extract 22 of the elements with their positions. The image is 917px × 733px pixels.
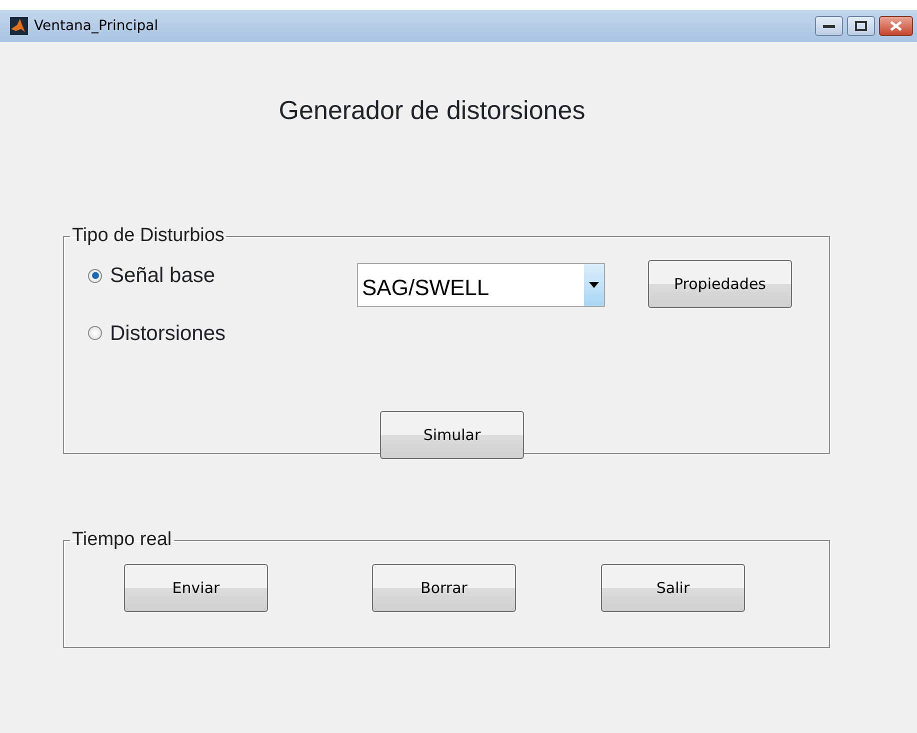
- radio-label: Distorsiones: [110, 320, 226, 346]
- heading: Generador de distorsiones: [278, 94, 586, 126]
- radio-button[interactable]: [88, 268, 102, 283]
- window-title: Ventana_Principal: [34, 16, 158, 36]
- caret-icon: [589, 282, 599, 288]
- radio-button[interactable]: [88, 326, 102, 340]
- properties-button[interactable]: Propiedades: [648, 260, 792, 308]
- minimize-button[interactable]: [815, 16, 843, 36]
- simulate-button[interactable]: Simular: [380, 411, 524, 459]
- group-title: Tiempo real: [71, 530, 173, 550]
- action-button[interactable]: Salir: [601, 564, 745, 612]
- minimize-icon: [823, 23, 835, 29]
- action-button[interactable]: Borrar: [372, 564, 516, 612]
- dropdown[interactable]: SAG/SWELL: [357, 263, 605, 307]
- maximize-button[interactable]: [847, 16, 875, 36]
- radio-label: Señal base: [110, 263, 216, 289]
- maximize-icon: [855, 21, 867, 31]
- close-icon: [890, 21, 902, 31]
- group-title: Tipo de Disturbios: [71, 226, 226, 246]
- close-button[interactable]: [879, 16, 913, 36]
- action-button[interactable]: Enviar: [124, 564, 268, 612]
- app-logo-icon: [10, 17, 28, 35]
